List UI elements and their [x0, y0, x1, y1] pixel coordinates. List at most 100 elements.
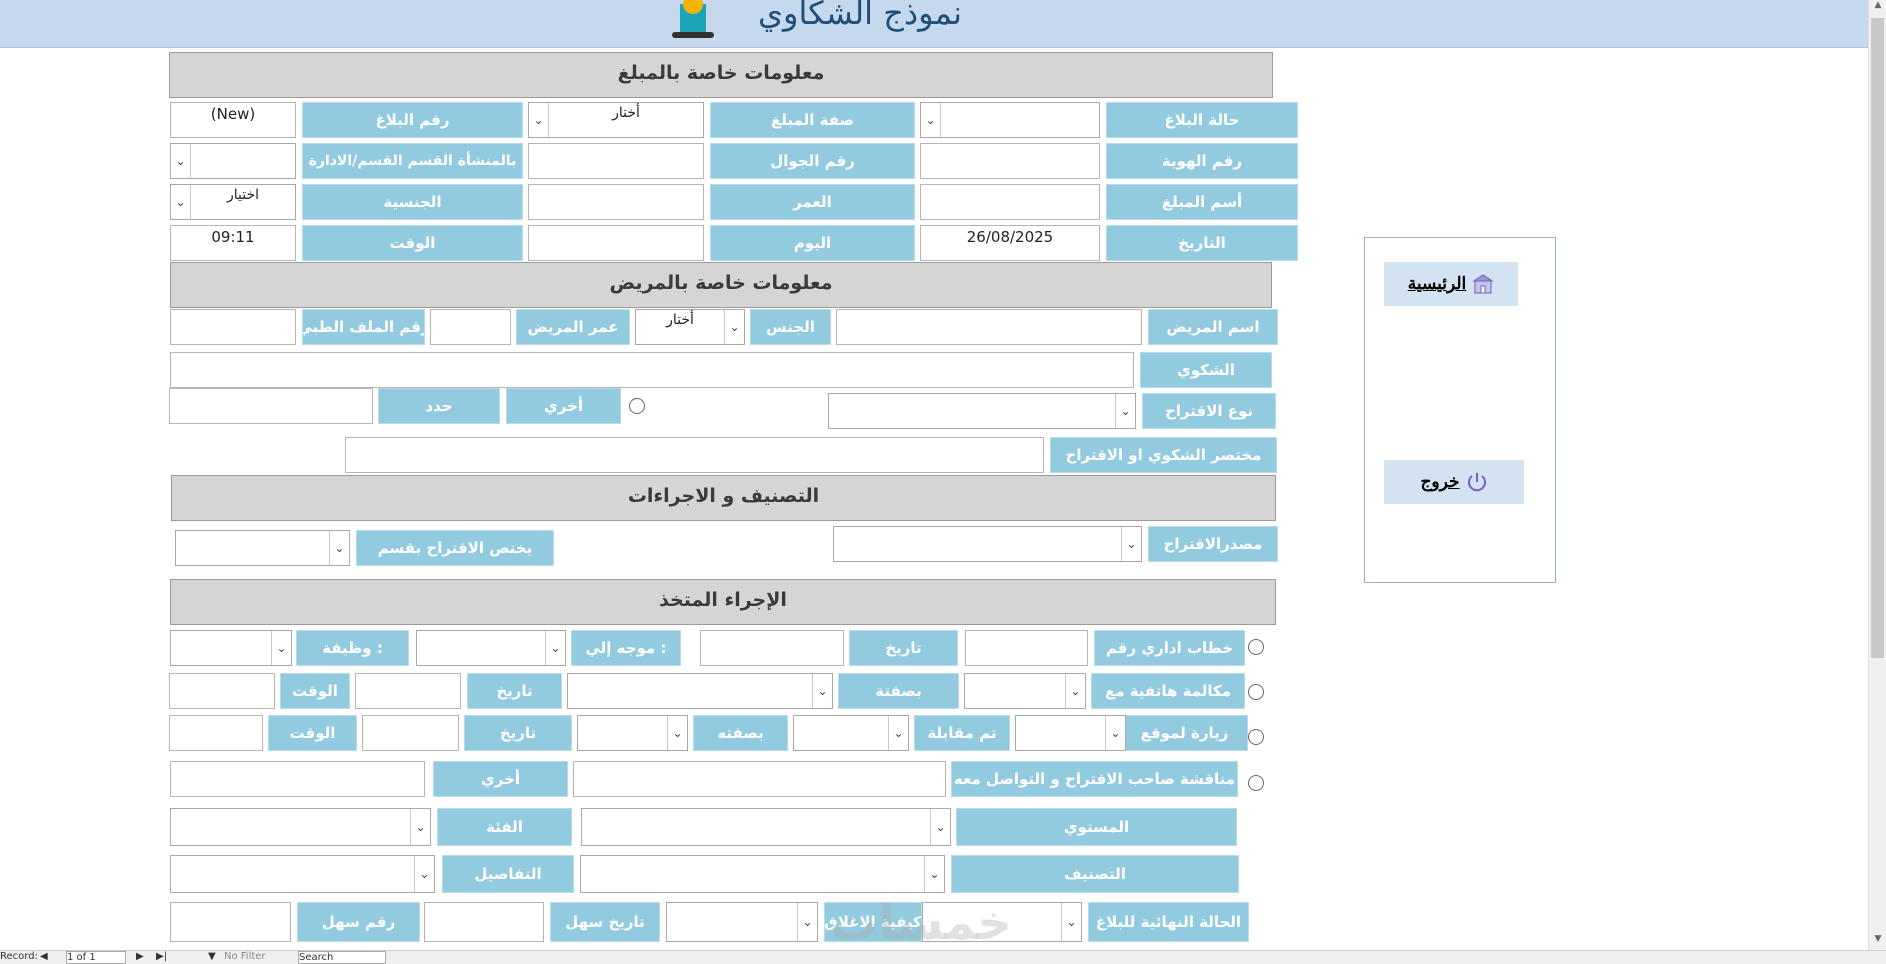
discuss-other-field[interactable]	[170, 761, 425, 797]
logo-icon	[672, 0, 714, 38]
filter-status[interactable]: No Filter	[224, 951, 266, 962]
chevron-down-icon[interactable]: ⌄	[545, 631, 565, 665]
reporter-name-label: أسم المبلغ	[1106, 184, 1298, 220]
call-time-field[interactable]	[169, 673, 275, 709]
letter-date-field[interactable]	[700, 630, 844, 666]
date-field[interactable]: 26/08/2025	[920, 225, 1100, 261]
chevron-down-icon[interactable]: ⌄	[1061, 903, 1081, 941]
time-field[interactable]: 09:11	[170, 225, 296, 261]
call-with-dropdown[interactable]: ⌄	[964, 673, 1086, 709]
category-dropdown[interactable]: ⌄	[170, 808, 431, 846]
directed-to-dropdown[interactable]: ⌄	[416, 630, 566, 666]
capacity-dropdown[interactable]: ⌄ أختار	[528, 102, 704, 138]
mobile-label: رقم الجوال	[710, 143, 915, 179]
search-field[interactable]: Search	[298, 951, 386, 964]
record-position-field[interactable]: 1 of 1	[66, 951, 126, 964]
suggestion-type-dropdown[interactable]: ⌄	[828, 393, 1136, 429]
scroll-up-icon[interactable]: ▲	[1869, 0, 1886, 16]
patient-name-field[interactable]	[836, 309, 1142, 345]
job-dropdown[interactable]: ⌄	[170, 630, 292, 666]
letter-number-field[interactable]	[965, 630, 1088, 666]
age-field[interactable]	[528, 184, 704, 220]
call-label: مكالمة هاتفية مع	[1091, 673, 1245, 709]
details-dropdown[interactable]: ⌄	[170, 855, 435, 893]
exit-button[interactable]: خروج	[1384, 460, 1524, 504]
chevron-down-icon[interactable]: ⌄	[812, 674, 832, 708]
scroll-down-icon[interactable]: ▼	[1869, 934, 1886, 950]
next-record-icon[interactable]: ▶	[136, 951, 144, 962]
chevron-down-icon[interactable]: ⌄	[529, 103, 549, 137]
vertical-scrollbar[interactable]: ▲ ▼	[1868, 0, 1886, 950]
other-radio[interactable]	[629, 398, 645, 414]
chevron-down-icon[interactable]: ⌄	[930, 809, 950, 845]
reporter-name-field[interactable]	[920, 184, 1100, 220]
exit-button-label: خروج	[1420, 472, 1460, 492]
status-dropdown[interactable]: ⌄	[920, 102, 1100, 138]
chevron-down-icon[interactable]: ⌄	[724, 310, 744, 344]
facility-label: بالمنشأة القسم القسم/الادارة	[302, 143, 523, 179]
closing-dropdown[interactable]: ⌄	[666, 902, 818, 942]
chevron-down-icon[interactable]: ⌄	[271, 631, 291, 665]
home-button[interactable]: الرئيسية	[1384, 262, 1518, 306]
classify-label: التصنيف	[951, 855, 1239, 893]
chevron-down-icon[interactable]: ⌄	[888, 716, 908, 750]
specify-field[interactable]	[169, 388, 373, 424]
department-dropdown[interactable]: ⌄	[175, 530, 350, 566]
facility-dropdown[interactable]: ⌄	[170, 143, 296, 179]
complaint-field[interactable]	[170, 352, 1134, 388]
visit-location-dropdown[interactable]: ⌄	[1015, 715, 1126, 751]
directed-to-label: موجه إلي :	[571, 630, 681, 666]
chevron-down-icon[interactable]: ⌄	[921, 103, 941, 137]
chevron-down-icon[interactable]: ⌄	[171, 144, 191, 178]
chevron-down-icon[interactable]: ⌄	[797, 903, 817, 941]
chevron-down-icon[interactable]: ⌄	[329, 531, 349, 565]
summary-field[interactable]	[345, 437, 1044, 473]
chevron-down-icon[interactable]: ⌄	[667, 716, 687, 750]
discuss-radio[interactable]	[1248, 775, 1264, 791]
report-number-field[interactable]: (New)	[170, 102, 296, 138]
met-dropdown[interactable]: ⌄	[793, 715, 909, 751]
nationality-label: الجنسية	[302, 184, 523, 220]
watermark: خمسات	[830, 895, 1012, 951]
chevron-down-icon[interactable]: ⌄	[410, 809, 430, 845]
call-as-label: بصفتة	[838, 673, 959, 709]
scroll-thumb[interactable]	[1871, 18, 1884, 658]
call-as-dropdown[interactable]: ⌄	[567, 673, 833, 709]
visit-as-dropdown[interactable]: ⌄	[577, 715, 688, 751]
call-date-field[interactable]	[355, 673, 461, 709]
visit-radio[interactable]	[1248, 729, 1264, 745]
day-field[interactable]	[528, 225, 704, 261]
first-record-icon[interactable]: ◀	[40, 951, 48, 962]
day-label: اليوم	[710, 225, 915, 261]
nationality-dropdown[interactable]: ⌄ اختيار	[170, 184, 296, 220]
visit-date-field[interactable]	[362, 715, 459, 751]
summary-label: مختصر الشكوي او الاقتراح	[1050, 437, 1277, 473]
mobile-field[interactable]	[528, 143, 704, 179]
report-number-label: رقم البلاغ	[302, 102, 523, 138]
sahl-date-field[interactable]	[424, 902, 544, 942]
level-dropdown[interactable]: ⌄	[581, 808, 951, 846]
sahl-number-field[interactable]	[170, 902, 291, 942]
time-label: الوقت	[302, 225, 523, 261]
chevron-down-icon[interactable]: ⌄	[1115, 394, 1135, 428]
chevron-down-icon[interactable]: ⌄	[1105, 716, 1125, 750]
chevron-down-icon[interactable]: ⌄	[1065, 674, 1085, 708]
visit-time-label: الوقت	[268, 715, 357, 751]
patient-age-field[interactable]	[430, 309, 511, 345]
chevron-down-icon[interactable]: ⌄	[1121, 527, 1141, 561]
record-label: Record:	[0, 951, 38, 962]
call-radio[interactable]	[1248, 684, 1264, 700]
discuss-field[interactable]	[573, 761, 946, 797]
id-number-field[interactable]	[920, 143, 1100, 179]
chevron-down-icon[interactable]: ⌄	[171, 185, 191, 219]
classify-dropdown[interactable]: ⌄	[580, 855, 945, 893]
gender-dropdown[interactable]: ⌄ أختار	[635, 309, 745, 345]
chevron-down-icon[interactable]: ⌄	[414, 856, 434, 892]
visit-time-field[interactable]	[169, 715, 263, 751]
section-classification-header: التصنيف و الاجراءات	[171, 475, 1276, 521]
suggestion-source-dropdown[interactable]: ⌄	[833, 526, 1142, 562]
last-record-icon[interactable]: ▶|	[156, 951, 167, 962]
chevron-down-icon[interactable]: ⌄	[924, 856, 944, 892]
medical-file-field[interactable]	[170, 309, 296, 345]
letter-radio[interactable]	[1248, 639, 1264, 655]
